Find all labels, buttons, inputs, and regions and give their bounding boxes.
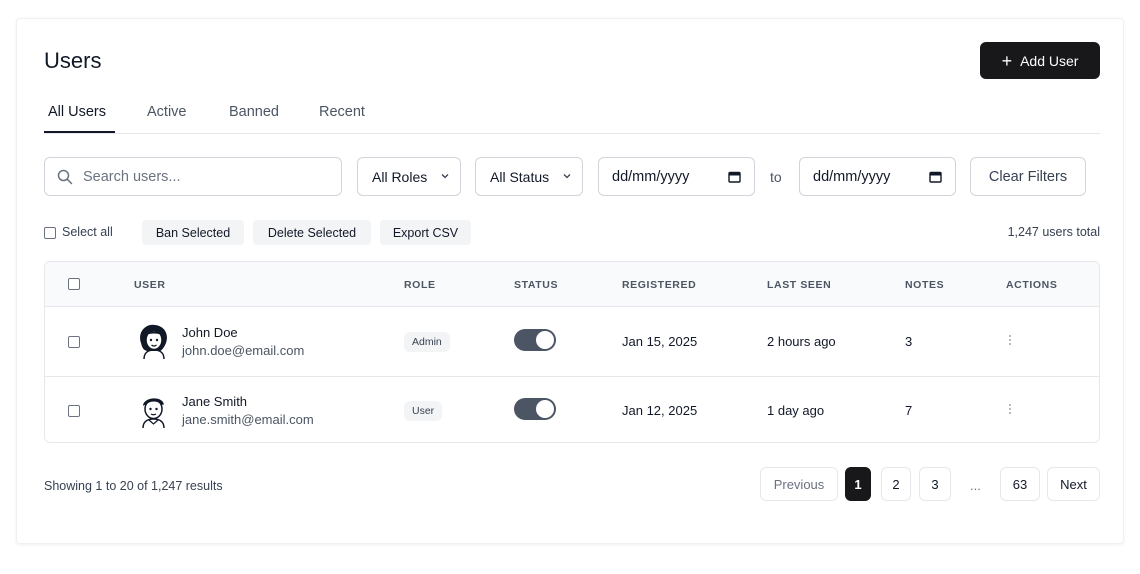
date-to-input[interactable]: dd/mm/yyyy <box>799 157 956 196</box>
column-header-last-seen: LAST SEEN <box>767 279 832 291</box>
active-tab-indicator <box>44 131 115 133</box>
row-checkbox[interactable] <box>68 405 80 417</box>
pagination-ellipsis: ... <box>970 478 981 493</box>
avatar <box>140 324 167 360</box>
status-toggle[interactable] <box>514 329 556 351</box>
search-input[interactable]: Search users... <box>44 157 342 196</box>
role-filter-value: All Roles <box>372 168 428 185</box>
delete-selected-button[interactable]: Delete Selected <box>253 220 371 245</box>
column-header-notes: NOTES <box>905 279 945 291</box>
column-header-role: ROLE <box>404 279 436 291</box>
status-filter-value: All Status <box>490 168 550 185</box>
date-range-separator: to <box>770 169 782 185</box>
avatar <box>142 398 165 429</box>
page-button-3[interactable]: 3 <box>919 467 951 501</box>
last-seen: 1 day ago <box>767 403 825 418</box>
table-row[interactable]: John Doe john.doe@email.com Admin Jan 15… <box>45 308 1099 376</box>
toggle-knob <box>536 331 554 349</box>
more-actions-icon[interactable] <box>1007 401 1013 417</box>
role-filter-select[interactable]: All Roles <box>357 157 461 196</box>
table-header: USER ROLE STATUS REGISTERED LAST SEEN NO… <box>45 262 1099 307</box>
next-page-button[interactable]: Next <box>1047 467 1100 501</box>
user-name: Jane Smith <box>182 394 248 409</box>
row-checkbox[interactable] <box>68 336 80 348</box>
column-header-actions: ACTIONS <box>1006 279 1058 291</box>
column-header-status: STATUS <box>514 279 559 291</box>
export-csv-button[interactable]: Export CSV <box>380 220 471 245</box>
page-title: Users <box>44 48 102 73</box>
chevron-down-icon <box>563 174 571 179</box>
date-from-input[interactable]: dd/mm/yyyy <box>598 157 755 196</box>
search-placeholder: Search users... <box>83 168 181 185</box>
page-button-63[interactable]: 63 <box>1000 467 1040 501</box>
registered-date: Jan 15, 2025 <box>622 334 698 349</box>
calendar-icon[interactable] <box>929 171 942 183</box>
more-actions-icon[interactable] <box>1007 332 1013 348</box>
user-email: jane.smith@email.com <box>182 412 314 427</box>
status-filter-select[interactable]: All Status <box>475 157 583 196</box>
tab-active[interactable]: Active <box>147 104 187 120</box>
date-to-value: dd/mm/yyyy <box>813 168 891 185</box>
ban-selected-button[interactable]: Ban Selected <box>142 220 244 245</box>
tab-banned[interactable]: Banned <box>229 104 279 120</box>
users-table: USER ROLE STATUS REGISTERED LAST SEEN NO… <box>44 261 1100 443</box>
select-all-label[interactable]: Select all <box>62 225 113 239</box>
user-email: john.doe@email.com <box>182 343 305 358</box>
toggle-knob <box>536 400 554 418</box>
search-icon <box>57 169 73 184</box>
pagination-summary: Showing 1 to 20 of 1,247 results <box>44 479 223 493</box>
status-toggle[interactable] <box>514 398 556 420</box>
tab-bar: All Users Active Banned Recent <box>44 100 1100 134</box>
previous-page-button[interactable]: Previous <box>760 467 838 501</box>
page-button-1[interactable]: 1 <box>845 467 871 501</box>
header-checkbox[interactable] <box>68 278 80 290</box>
table-row[interactable]: Jane Smith jane.smith@email.com User Jan… <box>45 376 1099 442</box>
role-badge: User <box>404 401 443 421</box>
select-all-checkbox[interactable] <box>44 227 56 239</box>
chevron-down-icon <box>441 174 449 179</box>
users-total-count: 1,247 users total <box>1007 225 1100 239</box>
notes-count: 3 <box>905 334 913 349</box>
plus-icon: + <box>1001 50 1013 71</box>
user-name: John Doe <box>182 325 238 340</box>
calendar-icon[interactable] <box>728 171 741 183</box>
tab-all-users[interactable]: All Users <box>48 104 106 120</box>
registered-date: Jan 12, 2025 <box>622 403 698 418</box>
role-badge: Admin <box>404 332 450 352</box>
clear-filters-button[interactable]: Clear Filters <box>970 157 1086 196</box>
last-seen: 2 hours ago <box>767 334 836 349</box>
notes-count: 7 <box>905 403 913 418</box>
tab-recent[interactable]: Recent <box>319 104 365 120</box>
column-header-registered: REGISTERED <box>622 279 697 291</box>
column-header-user: USER <box>134 279 166 291</box>
page-button-2[interactable]: 2 <box>881 467 911 501</box>
date-from-value: dd/mm/yyyy <box>612 168 690 185</box>
add-user-button[interactable]: + Add User <box>980 42 1100 79</box>
add-user-label: Add User <box>1020 52 1079 69</box>
